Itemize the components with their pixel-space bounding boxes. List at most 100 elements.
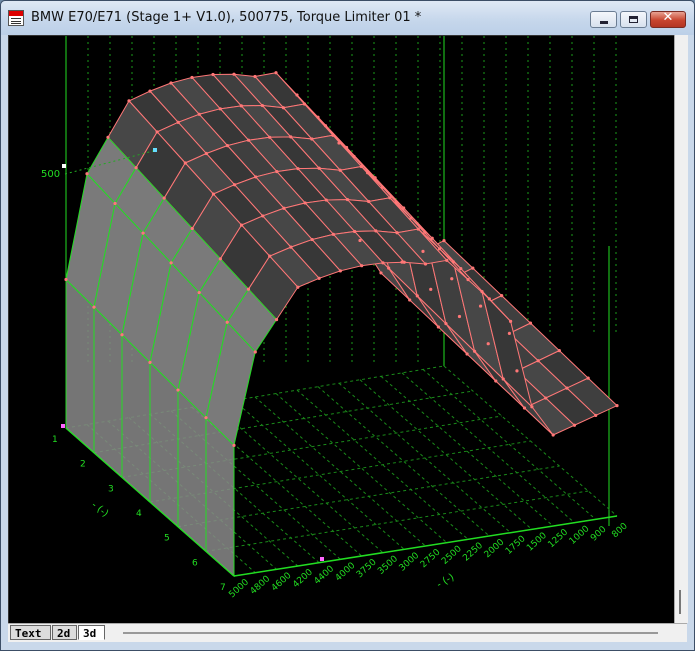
surface-node: [281, 106, 286, 110]
rpm-tick-label: 4200: [291, 567, 315, 590]
surface-node: [436, 325, 440, 329]
plot-3d-viewport[interactable]: 1 2 3 4 5 6 7 - (-) 5000 4800 4600 4200 4400 4000 3750…: [8, 35, 675, 625]
rpm-tick-label: 1000: [568, 524, 592, 547]
surface-node: [380, 185, 385, 189]
surface-node: [472, 349, 477, 353]
surface-node: [92, 305, 96, 309]
surface-node: [85, 172, 89, 176]
surface-node: [445, 258, 449, 262]
surface-node: [331, 133, 335, 137]
surface-node: [317, 166, 321, 170]
z-axis-marker[interactable]: [62, 164, 66, 168]
app-icon[interactable]: [8, 10, 24, 26]
surface-node: [254, 175, 258, 179]
surface-node: [421, 249, 425, 253]
surface-node: [316, 115, 320, 119]
surface-node: [429, 287, 433, 291]
tab-text[interactable]: Text: [10, 625, 51, 640]
surface-node: [551, 433, 555, 437]
surface-node: [148, 360, 152, 365]
surface-node: [352, 154, 356, 159]
window-title: BMW E70/E71 (Stage 1+ V1.0), 500775, Tor…: [31, 10, 422, 25]
maximize-icon: [629, 16, 638, 23]
tab-2d[interactable]: 2d: [52, 625, 77, 640]
surface-node: [471, 266, 475, 270]
horizontal-scrollbar[interactable]: [123, 632, 658, 634]
surface-node: [289, 245, 293, 249]
rpm-tick-label: 4800: [249, 574, 273, 597]
cursor-marker-row[interactable]: [61, 424, 65, 428]
surface-node: [239, 104, 243, 108]
surface-node: [557, 349, 561, 353]
surface-node: [465, 352, 469, 356]
surface-node: [353, 229, 357, 234]
surface-node: [113, 201, 117, 206]
surface-node: [268, 135, 272, 139]
rpm-tick-label: 3000: [398, 551, 422, 574]
surface-node: [169, 261, 173, 265]
row-tick-label: 2: [80, 460, 86, 470]
rpm-tick-label: 800: [610, 521, 630, 540]
floor-grid-line: [177, 465, 560, 528]
rpm-tick-label: 3500: [376, 554, 400, 577]
row-tick-label: 7: [220, 583, 226, 593]
surface-node: [360, 264, 364, 268]
minimize-button[interactable]: [590, 11, 617, 28]
surface-node: [379, 271, 383, 275]
surface-node: [423, 230, 427, 234]
surface-node: [176, 120, 180, 124]
title-bar[interactable]: BMW E70/E71 (Stage 1+ V1.0), 500775, Tor…: [1, 1, 694, 35]
surface-node: [225, 320, 229, 324]
rpm-tick-label: 1500: [525, 531, 549, 554]
surface-node: [197, 112, 201, 116]
surface-node: [536, 359, 540, 363]
surface-node: [544, 396, 548, 400]
maximize-button[interactable]: [620, 11, 647, 28]
surface-node: [274, 71, 278, 75]
rpm-tick-label: 4400: [312, 564, 336, 587]
surface-node: [381, 261, 385, 265]
surface-node: [253, 350, 257, 354]
tab-3d[interactable]: 3d: [78, 625, 105, 640]
rpm-tick-label: 1250: [546, 527, 570, 550]
surface-node: [466, 277, 470, 282]
surface-node: [268, 254, 272, 258]
z-axis-tick-label: 500: [41, 169, 60, 180]
surface-node: [197, 290, 201, 295]
surface-node: [388, 196, 392, 200]
surface-node: [169, 81, 173, 85]
cursor-marker-top[interactable]: [153, 148, 157, 152]
surface-node: [134, 166, 138, 170]
surface-node: [204, 416, 208, 420]
surface-node: [501, 377, 505, 381]
surface-node: [296, 167, 300, 171]
cursor-marker-rpm[interactable]: [320, 557, 324, 561]
surface-node: [408, 298, 412, 302]
floor-grid-line: [275, 393, 448, 544]
surface-node: [218, 107, 222, 111]
surface-node: [317, 276, 321, 280]
surface-node: [260, 103, 264, 108]
surface-node: [246, 138, 251, 142]
surface-node: [310, 237, 314, 242]
rpm-axis-title: - (-): [435, 572, 456, 591]
surface-node: [232, 72, 236, 76]
surface-node: [486, 342, 490, 346]
surface-node: [416, 227, 420, 231]
surface-node: [120, 333, 124, 337]
surface-plot[interactable]: 1 2 3 4 5 6 7 - (-) 5000480046004200440040003750…: [9, 36, 674, 624]
surface-node: [345, 197, 350, 202]
surface-node: [409, 216, 413, 220]
surface-node: [487, 297, 491, 301]
surface-node: [344, 145, 349, 150]
close-button[interactable]: ✕: [650, 10, 686, 28]
surface-node: [183, 161, 187, 165]
app-window: BMW E70/E71 (Stage 1+ V1.0), 500775, Tor…: [0, 0, 695, 651]
vertical-scrollbar[interactable]: [674, 35, 688, 623]
surface-node: [261, 214, 265, 218]
surface-node: [359, 164, 363, 169]
surface-node: [451, 260, 456, 264]
surface-node: [522, 406, 527, 410]
scroll-grip[interactable]: [679, 590, 681, 614]
surface-node: [331, 232, 335, 236]
